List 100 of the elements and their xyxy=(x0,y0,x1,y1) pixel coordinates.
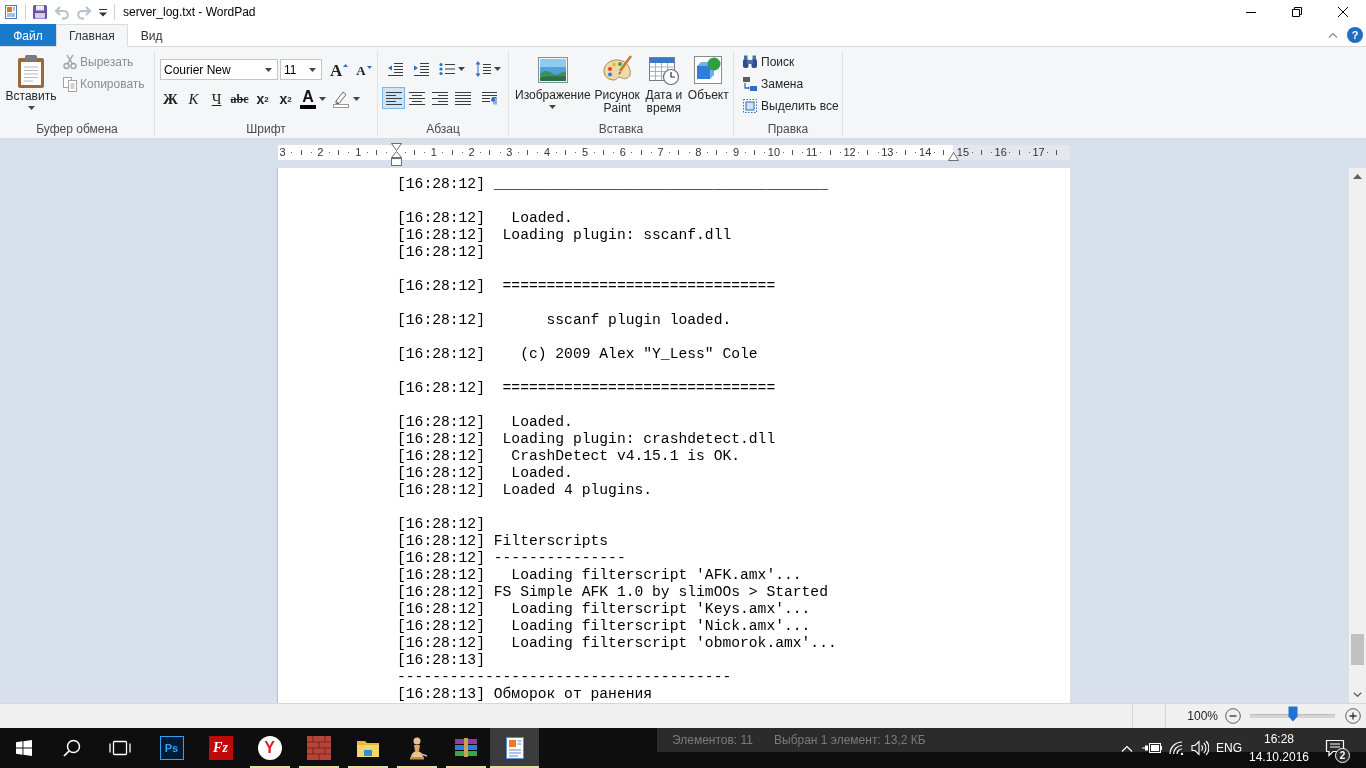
app-logo: Y xyxy=(257,736,282,760)
vertical-scrollbar[interactable] xyxy=(1349,168,1366,703)
window-title: server_log.txt - WordPad xyxy=(123,5,256,19)
ruler-number: 8 xyxy=(695,146,702,159)
triangle-up-icon xyxy=(343,64,349,67)
log-line: [16:28:12] Loading plugin: crashdetect.dll xyxy=(397,431,776,448)
ruler-number: 5 xyxy=(581,146,589,159)
taskbar-app-button[interactable]: Ps xyxy=(147,728,196,768)
caret-icon xyxy=(99,7,107,17)
scroll-up-arrow-icon[interactable] xyxy=(1353,174,1362,179)
ruler-number: 2 xyxy=(468,146,475,159)
log-line: [16:28:12] Loading plugin: sscanf.dll xyxy=(397,227,732,244)
find-button[interactable]: Поиск xyxy=(739,53,842,71)
speaker-icon[interactable] xyxy=(1191,740,1209,756)
scroll-down-chevron-icon[interactable] xyxy=(1353,692,1362,697)
line-spacing-icon xyxy=(475,61,491,77)
line-spacing-button[interactable] xyxy=(472,60,504,78)
restore-icon xyxy=(1292,7,1302,17)
indent-marker-icon[interactable] xyxy=(390,143,402,166)
right-indent-marker-icon[interactable] xyxy=(947,152,959,161)
scrollbar-thumb[interactable] xyxy=(1351,634,1364,665)
object-button[interactable]: Объект xyxy=(685,50,731,118)
paste-button[interactable]: Вставить xyxy=(4,50,58,118)
calendar-clock-icon xyxy=(647,54,680,86)
date-time-button[interactable]: Дата и время xyxy=(641,50,686,118)
font-name-field[interactable]: Courier New xyxy=(160,59,278,80)
shrink-font-button[interactable]: A xyxy=(353,59,375,80)
taskbar-app-button[interactable]: Fz xyxy=(196,728,245,768)
ruler-number: 1 xyxy=(430,146,437,159)
log-line: [16:28:12] Loaded. xyxy=(397,414,573,431)
log-line: [16:28:13] Обморок от ранения xyxy=(397,686,653,703)
folder-icon xyxy=(355,738,380,758)
font-color-button[interactable]: A xyxy=(297,88,329,110)
caret-icon xyxy=(309,67,316,72)
indent-icon xyxy=(413,62,429,76)
ribbon-tab[interactable]: Вид xyxy=(127,24,176,46)
log-line: [16:28:12] Filterscripts xyxy=(397,533,609,550)
scissors-icon xyxy=(62,54,78,70)
zoom-slider-thumb[interactable] xyxy=(1287,706,1298,722)
grow-font-button[interactable]: A xyxy=(327,59,352,80)
zoom-out-icon[interactable] xyxy=(1225,708,1241,724)
align-center-icon xyxy=(408,90,425,106)
notifications-button[interactable]: 2 xyxy=(1311,728,1359,768)
caret-icon xyxy=(319,97,326,101)
zoom-in-icon[interactable] xyxy=(1345,708,1361,724)
ruler-number: 11 xyxy=(806,146,818,159)
picture-button[interactable]: Изображение xyxy=(513,50,593,118)
bullet-list-icon xyxy=(439,62,455,76)
color-swatch-icon xyxy=(300,105,316,109)
ruler-number: 13 xyxy=(881,146,894,159)
taskbar-app-button[interactable] xyxy=(490,728,539,768)
task-view-icon xyxy=(109,740,131,756)
log-line: [16:28:12] Loading filterscript 'obmorok.amx'... xyxy=(397,635,837,652)
outdent-icon xyxy=(387,62,403,76)
select-all-button[interactable]: Выделить все xyxy=(739,97,842,115)
document-icon xyxy=(3,4,19,20)
clock-time[interactable]: 16:28 xyxy=(1264,730,1294,748)
start-icon xyxy=(16,740,32,756)
superscript-button[interactable]: x$^{2}$ xyxy=(274,88,297,110)
ribbon-tab[interactable]: Файл xyxy=(0,24,56,46)
status-text: Выбран 1 элемент: 13,2 КБ xyxy=(774,733,926,747)
strikethrough-button[interactable]: abc xyxy=(228,88,251,110)
log-line: [16:28:12] sscanf plugin loaded. xyxy=(397,312,732,329)
language-indicator[interactable]: ENG xyxy=(1216,741,1242,755)
clock-date[interactable]: 14.10.2016 xyxy=(1248,748,1310,766)
ruler-number: 3 xyxy=(506,146,513,159)
align-button[interactable] xyxy=(382,87,405,109)
caret-up-icon xyxy=(1328,32,1338,38)
group-label: Буфер обмена xyxy=(36,122,118,138)
copy-icon xyxy=(62,76,78,92)
italic-button[interactable]: К xyxy=(182,88,205,110)
bold-button[interactable]: Ж xyxy=(159,88,182,110)
ribbon-tab[interactable]: Главная xyxy=(56,24,128,47)
brick-tile-icon xyxy=(306,736,331,760)
log-line: [16:28:12] FS Simple AFK 1.0 by slimOOs > Started xyxy=(397,584,828,601)
log-line: [16:28:12] CrashDetect v4.15.1 is OK. xyxy=(397,448,740,465)
ruler-number: 3 xyxy=(279,146,286,159)
replace-button[interactable]: Замена xyxy=(739,75,842,93)
caret-icon xyxy=(494,67,501,71)
underline-button[interactable]: Ч xyxy=(205,88,228,110)
caret-icon xyxy=(458,67,465,71)
wifi-icon[interactable] xyxy=(1169,741,1185,755)
help-button[interactable]: ? xyxy=(1347,27,1363,43)
blocks-arrow-icon xyxy=(742,76,758,92)
paint-drawing-button[interactable]: Рисунок Paint xyxy=(592,50,642,118)
justify-icon xyxy=(454,90,471,106)
group-label: Правка xyxy=(767,122,809,138)
ruler-number: 2 xyxy=(317,146,324,159)
app-logo: Fz xyxy=(208,736,233,760)
power-plug-battery-icon[interactable] xyxy=(1142,742,1162,754)
align-right-icon xyxy=(431,90,448,106)
zoom-percentage: 100% xyxy=(1187,709,1218,723)
font-size-field[interactable]: 11 xyxy=(280,59,322,80)
log-line: [16:28:12] Loading filterscript 'Nick.amx'... xyxy=(397,618,811,635)
ruler-number: 6 xyxy=(619,146,626,159)
align-left-icon xyxy=(385,90,402,106)
chevron-up-icon xyxy=(1121,744,1133,752)
log-line: [16:28:12] Loaded. xyxy=(397,210,573,227)
bullet-list-button[interactable] xyxy=(436,60,468,78)
redo-icon xyxy=(76,4,92,20)
